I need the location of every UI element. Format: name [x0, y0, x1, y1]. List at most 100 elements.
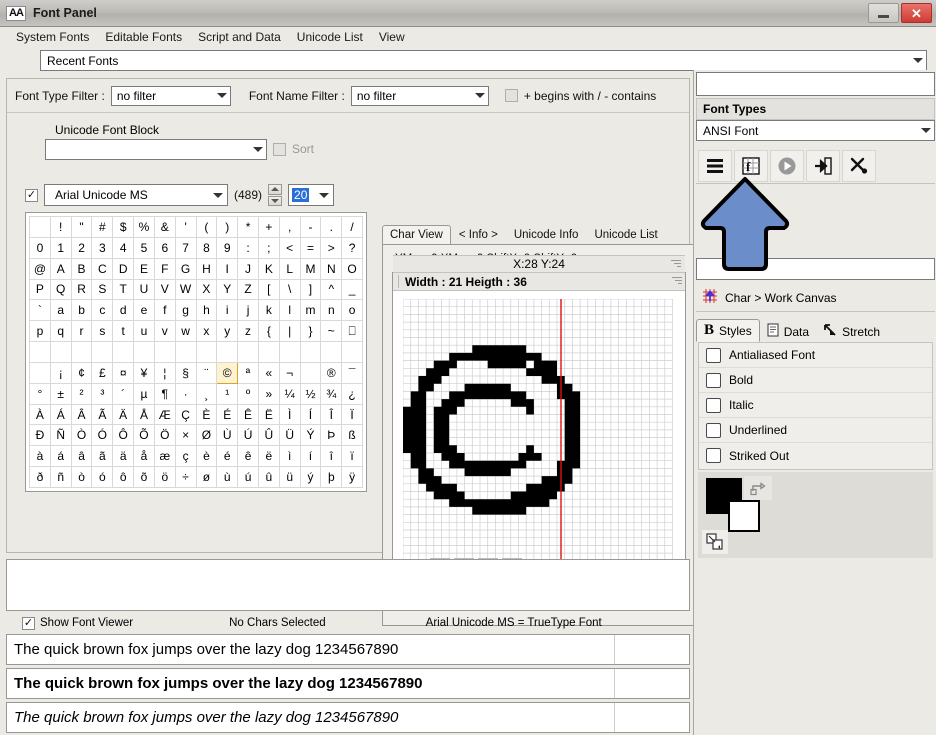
character-cell[interactable]: J: [237, 257, 259, 280]
character-cell[interactable]: [216, 341, 239, 363]
character-cell[interactable]: p: [29, 320, 51, 343]
character-cell[interactable]: `: [29, 299, 51, 322]
character-cell[interactable]: ¤: [112, 361, 135, 384]
resize-grip-icon[interactable]: [672, 277, 682, 287]
character-cell[interactable]: A: [49, 257, 72, 280]
character-cell[interactable]: µ: [133, 382, 155, 405]
show-font-viewer-checkbox[interactable]: ✓: [22, 616, 35, 630]
character-cell[interactable]: *: [237, 216, 259, 238]
character-cell[interactable]: û: [257, 466, 280, 488]
character-cell[interactable]: O: [341, 257, 363, 280]
play-icon[interactable]: [770, 149, 804, 182]
character-cell[interactable]: Ã: [91, 403, 114, 426]
character-cell[interactable]: Ù: [216, 424, 239, 447]
character-cell[interactable]: [29, 361, 51, 384]
character-cell[interactable]: [195, 341, 218, 363]
character-cell[interactable]: z: [237, 320, 259, 343]
begins-with-checkbox[interactable]: [504, 89, 518, 102]
character-cell[interactable]: ®: [320, 361, 343, 384]
character-cell[interactable]: x: [195, 320, 218, 343]
character-cell[interactable]: R: [70, 278, 93, 301]
character-cell[interactable]: ): [216, 216, 239, 238]
character-cell[interactable]: s: [91, 320, 114, 343]
character-cell[interactable]: ¦: [153, 361, 176, 384]
character-cell[interactable]: Ç: [174, 403, 197, 426]
style-row-italic[interactable]: Italic: [699, 393, 932, 418]
character-cell[interactable]: Æ: [153, 403, 176, 426]
character-cell[interactable]: Á: [49, 403, 72, 426]
character-cell[interactable]: }: [299, 320, 322, 343]
character-cell[interactable]: ­: [299, 361, 322, 384]
character-cell[interactable]: Û: [257, 424, 280, 447]
character-cell[interactable]: Q: [49, 278, 72, 301]
char-to-work-canvas-row[interactable]: Char > Work Canvas: [696, 284, 935, 312]
tab-styles[interactable]: B Styles: [696, 319, 760, 342]
character-cell[interactable]: ¯: [341, 361, 363, 384]
font-name-filter-combo[interactable]: no filter: [350, 85, 489, 106]
character-cell[interactable]: ¨: [195, 361, 218, 384]
character-cell[interactable]: h: [195, 299, 218, 322]
character-cell[interactable]: _: [341, 278, 363, 301]
character-cell[interactable]: 3: [91, 236, 114, 259]
character-cell[interactable]: ÷: [174, 466, 197, 488]
character-cell[interactable]: ñ: [49, 466, 72, 488]
character-cell[interactable]: [153, 341, 176, 363]
character-cell[interactable]: ë: [257, 445, 280, 468]
character-cell[interactable]: M: [299, 257, 322, 280]
character-cell[interactable]: G: [174, 257, 197, 280]
character-cell[interactable]: m: [299, 299, 322, 322]
character-cell[interactable]: ì: [278, 445, 301, 468]
character-cell[interactable]: [112, 341, 135, 363]
font-size-combo[interactable]: 20: [288, 184, 335, 206]
character-cell[interactable]: 8: [195, 236, 218, 259]
preview-text-area[interactable]: [6, 559, 690, 611]
character-cell[interactable]: 1: [49, 236, 72, 259]
character-cell[interactable]: :: [237, 236, 259, 259]
character-cell[interactable]: i: [216, 299, 239, 322]
character-cell[interactable]: N: [320, 257, 343, 280]
character-cell[interactable]: Ü: [278, 424, 301, 447]
chevron-down-icon[interactable]: [917, 121, 934, 140]
menu-item-system-fonts[interactable]: System Fonts: [8, 28, 97, 46]
font-type-filter-combo[interactable]: no filter: [110, 85, 231, 106]
work-canvas-input[interactable]: [696, 258, 935, 280]
character-cell[interactable]: o: [341, 299, 363, 322]
character-cell[interactable]: T: [112, 278, 135, 301]
character-cell[interactable]: ¡: [49, 361, 72, 384]
character-cell[interactable]: F: [153, 257, 176, 280]
character-cell[interactable]: à: [29, 445, 51, 468]
character-cell[interactable]: ð: [29, 466, 51, 488]
character-cell[interactable]: [133, 341, 155, 363]
character-cell[interactable]: ±: [49, 382, 72, 405]
character-cell[interactable]: ;: [257, 236, 280, 259]
character-cell[interactable]: D: [112, 257, 135, 280]
character-cell[interactable]: C: [91, 257, 114, 280]
character-cell[interactable]: |: [278, 320, 301, 343]
menu-item-unicode-list[interactable]: Unicode List: [289, 28, 371, 46]
character-cell[interactable]: P: [29, 278, 51, 301]
character-cell[interactable]: /: [341, 216, 363, 238]
character-cell[interactable]: X: [195, 278, 218, 301]
character-cell[interactable]: í: [299, 445, 322, 468]
list-icon[interactable]: [698, 149, 732, 182]
character-cell[interactable]: g: [174, 299, 197, 322]
character-cell[interactable]: ø: [195, 466, 218, 488]
character-cell[interactable]: «: [257, 361, 280, 384]
menu-item-view[interactable]: View: [371, 28, 413, 46]
character-cell[interactable]: r: [70, 320, 93, 343]
character-cell[interactable]: ó: [91, 466, 114, 488]
font-enabled-checkbox[interactable]: ✓: [25, 188, 38, 202]
chevron-down-icon[interactable]: [315, 192, 333, 198]
character-cell[interactable]: Í: [299, 403, 322, 426]
character-cell[interactable]: å: [133, 445, 155, 468]
character-cell[interactable]: ô: [112, 466, 135, 488]
character-cell[interactable]: ]: [299, 278, 322, 301]
chevron-down-icon[interactable]: [909, 51, 926, 70]
character-cell[interactable]: É: [216, 403, 239, 426]
character-cell[interactable]: 0: [29, 236, 51, 259]
character-cell[interactable]: u: [133, 320, 155, 343]
character-cell[interactable]: ': [174, 216, 197, 238]
font-type-combo[interactable]: ANSI Font: [696, 120, 935, 141]
character-cell[interactable]: ê: [237, 445, 259, 468]
character-cell[interactable]: õ: [133, 466, 155, 488]
